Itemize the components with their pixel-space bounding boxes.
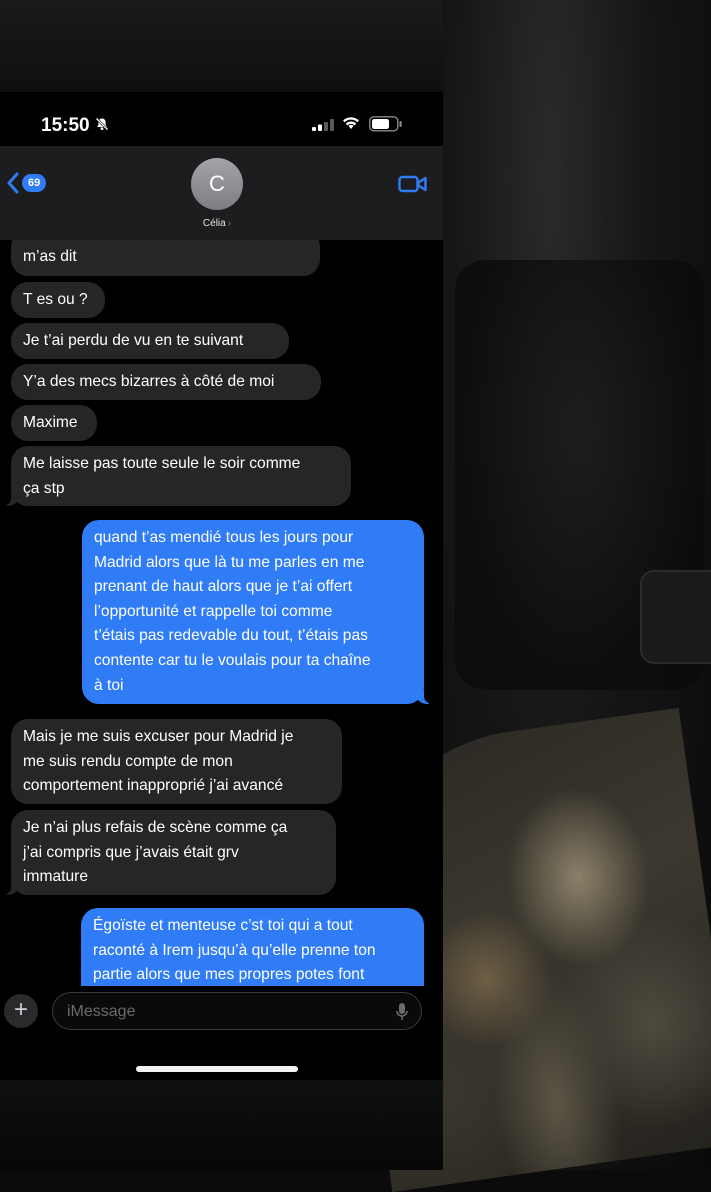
microphone-icon[interactable] <box>395 1002 409 1022</box>
message-bubble-incoming[interactable]: m’as dit <box>11 240 320 276</box>
message-line: Égoïste et menteuse c’st toi qui a tout <box>93 917 353 934</box>
status-time: 15:50 <box>41 115 90 136</box>
message-line: à toi <box>94 676 124 694</box>
message-line: quand t’as mendié tous les jours pour <box>94 529 354 546</box>
contact-name[interactable]: Célia › <box>190 218 244 229</box>
message-line: l’opportunité et rappelle toi comme <box>94 602 333 620</box>
message-line: ça stp <box>23 479 65 497</box>
message-line: partie alors que mes propres potes font <box>93 966 365 984</box>
home-indicator[interactable] <box>136 1066 298 1072</box>
message-line: Y’a des mecs bizarres à côté de moi <box>23 373 275 390</box>
add-attachment-button[interactable]: + <box>4 994 38 1028</box>
message-bubble-incoming[interactable]: Je t’ai perdu de vu en te suivant <box>11 323 289 359</box>
unread-count-badge: 69 <box>22 174 47 192</box>
wifi-icon <box>343 117 359 129</box>
message-line: Je n’ai plus refais de scène comme ça <box>23 819 288 836</box>
compose-bar: + <box>0 986 443 1044</box>
message-line: Maxime <box>23 414 78 431</box>
message-bubble-incoming[interactable]: Mais je me suis excuser pour Madrid je m… <box>11 719 342 804</box>
message-line: raconté à Irem jusqu’à qu’elle prenne to… <box>93 941 376 959</box>
message-input[interactable] <box>65 1000 379 1024</box>
message-line: contente car tu le voulais pour ta chaîn… <box>94 651 371 669</box>
message-bubble-incoming[interactable]: T es ou ? <box>11 282 105 318</box>
message-bubble-incoming[interactable]: Y’a des mecs bizarres à côté de moi <box>11 364 321 400</box>
chevron-right-icon: › <box>227 218 232 229</box>
message-line: T es ou ? <box>23 291 88 308</box>
background-object <box>640 570 711 664</box>
message-list: m’as dit T es ou ? Je t’ai perdu de vu e… <box>0 240 443 986</box>
bell-slash-icon <box>95 117 109 131</box>
message-line: prenant de haut alors que je t’ai offert <box>94 578 353 596</box>
message-line: m’as dit <box>23 248 77 265</box>
message-line: immature <box>23 868 88 886</box>
phone-screen: 15:50 69 C Célia › m’as dit T es ou ? Je… <box>0 92 443 1080</box>
background-bottom <box>0 1080 443 1170</box>
avatar-initial: C <box>209 171 225 196</box>
message-bubble-incoming[interactable]: Je n’ai plus refais de scène comme ça j’… <box>2 810 336 895</box>
contact-name-label: Célia <box>202 218 226 229</box>
message-line: j’ai compris que j’avais était grv <box>23 843 239 861</box>
message-bubble-outgoing[interactable]: quand t’as mendié tous les jours pour Ma… <box>82 520 433 704</box>
message-bubble-incoming[interactable]: Maxime <box>11 405 97 441</box>
message-line: t’étais pas redevable du tout, t’étais p… <box>94 627 368 645</box>
message-line: Je t’ai perdu de vu en te suivant <box>23 332 244 349</box>
message-line: comportement inapproprié j’ai avancé <box>23 777 284 795</box>
message-bubble-outgoing[interactable]: Égoïste et menteuse c’st toi qui a tout … <box>81 908 424 986</box>
video-camera-icon[interactable] <box>398 174 428 194</box>
back-button[interactable]: 69 <box>6 172 47 194</box>
battery-icon <box>369 116 402 132</box>
chevron-left-icon <box>7 172 19 194</box>
message-line: Mais je me suis excuser pour Madrid je <box>23 728 294 745</box>
message-input-container[interactable] <box>52 992 422 1030</box>
message-line: Madrid alors que là tu me parles en me <box>94 553 365 571</box>
message-line: Me laisse pas toute seule le soir comme <box>23 455 301 472</box>
conversation-header: 69 C Célia › <box>0 146 443 240</box>
contact-avatar[interactable]: C <box>191 158 243 210</box>
signal-icon <box>312 119 334 131</box>
message-bubble-incoming[interactable]: Me laisse pas toute seule le soir comme … <box>2 446 351 506</box>
message-line: me suis rendu compte de mon <box>23 752 233 770</box>
